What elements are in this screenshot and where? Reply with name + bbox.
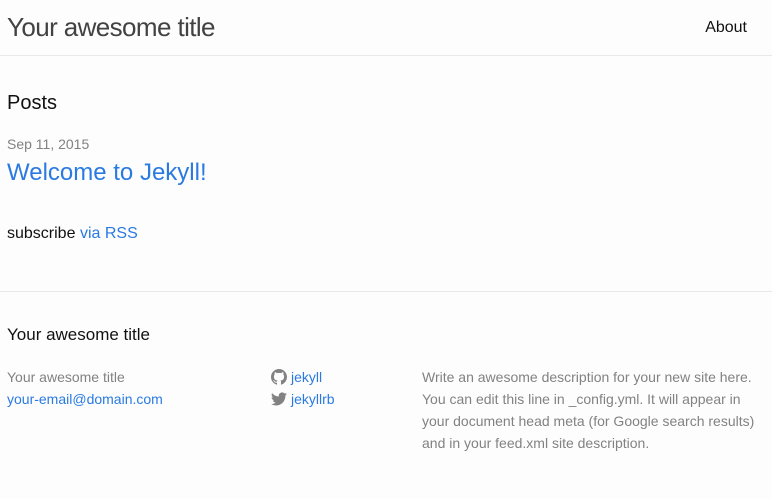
twitter-username-link[interactable]: jekyllrb xyxy=(291,388,335,410)
rss-subscribe: subscribe via RSS xyxy=(7,224,138,244)
post-date: Sep 11, 2015 xyxy=(7,136,90,152)
social-item-github[interactable]: jekyll xyxy=(271,366,335,388)
social-item-twitter[interactable]: jekyllrb xyxy=(271,388,335,410)
site-header: Your awesome title About xyxy=(0,0,772,56)
footer-name: Your awesome title xyxy=(7,369,125,385)
footer-heading: Your awesome title xyxy=(7,325,151,344)
github-username-link[interactable]: jekyll xyxy=(291,366,322,388)
footer-social: jekyll jekyllrb xyxy=(271,366,335,410)
twitter-icon xyxy=(271,392,287,406)
rss-prefix: subscribe xyxy=(7,225,76,242)
site-title-link[interactable]: Your awesome title xyxy=(7,12,216,42)
github-icon xyxy=(271,369,287,385)
footer-contact: Your awesome title your-email@domain.com xyxy=(7,366,163,410)
footer-email-link[interactable]: your-email@domain.com xyxy=(7,391,163,407)
nav-link-about[interactable]: About xyxy=(705,18,747,38)
site-footer: Your awesome title Your awesome title yo… xyxy=(0,291,772,499)
post-title-link[interactable]: Welcome to Jekyll! xyxy=(7,159,207,187)
rss-link[interactable]: via RSS xyxy=(80,225,138,242)
posts-heading: Posts xyxy=(7,92,58,114)
footer-description: Write an awesome description for your ne… xyxy=(422,369,755,451)
